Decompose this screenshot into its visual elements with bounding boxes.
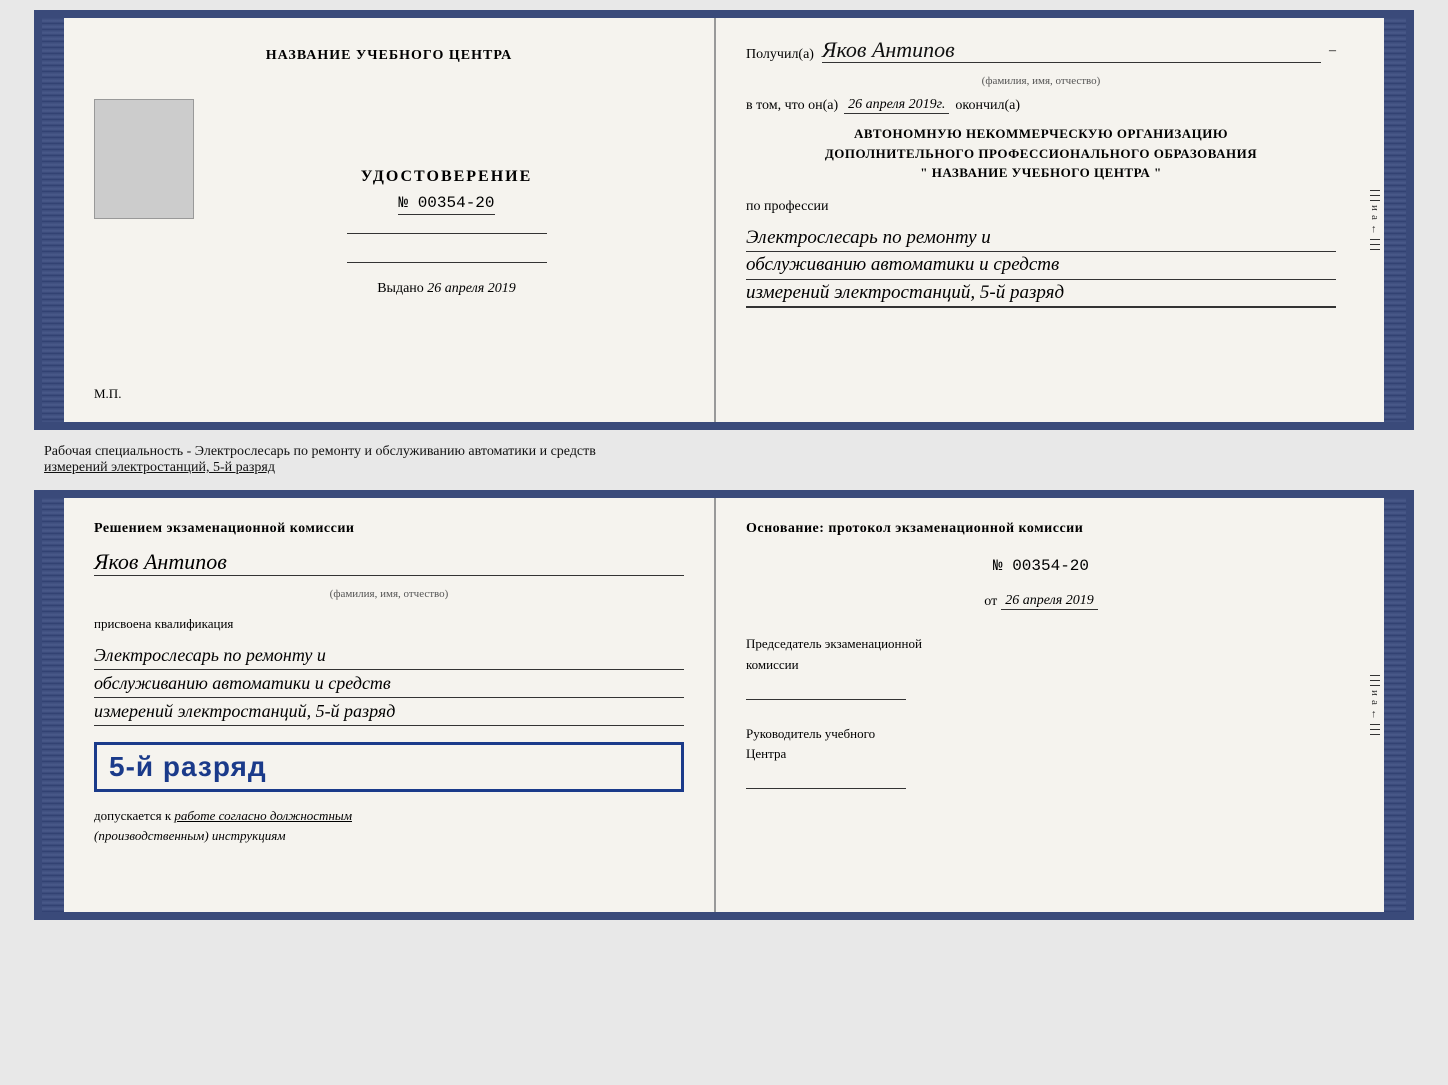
bottom-left-page: Решением экзаменационной комиссии Яков А…	[64, 498, 716, 912]
recipient-name: Яков Антипов	[822, 38, 1321, 63]
fio-label-top: (фамилия, имя, отчество)	[746, 75, 1336, 87]
qualified-line3: измерений электростанций, 5-й разряд	[94, 698, 684, 726]
side-letter-i-2: и	[1369, 690, 1381, 696]
date-line: в том, что он(а) 26 апреля 2019г. окончи…	[746, 97, 1336, 114]
admitted-handwritten: работе согласно должностным	[174, 808, 352, 823]
profession-line2: обслуживанию автоматики и средств	[746, 252, 1336, 280]
recipient-label: Получил(а)	[746, 47, 814, 63]
admitted-line: допускается к работе согласно должностны…	[94, 806, 684, 845]
director-label2: Центра	[746, 744, 1336, 765]
side-letter-a-2: а	[1369, 700, 1381, 705]
org-line2: ДОПОЛНИТЕЛЬНОГО ПРОФЕССИОНАЛЬНОГО ОБРАЗО…	[746, 144, 1336, 164]
top-document: НАЗВАНИЕ УЧЕБНОГО ЦЕНТРА УДОСТОВЕРЕНИЕ №…	[34, 10, 1414, 430]
chairman-label2: комиссии	[746, 655, 1336, 676]
admitted-italic: (производственным) инструкциям	[94, 828, 286, 843]
director-signature-line	[746, 769, 906, 789]
spine-left	[42, 18, 64, 422]
cert-number: № 00354-20	[398, 194, 494, 215]
org-block: АВТОНОМНУЮ НЕКОММЕРЧЕСКУЮ ОРГАНИЗАЦИЮ ДО…	[746, 124, 1336, 183]
qualified-label: присвоена квалификация	[94, 616, 684, 632]
issued-line: Выдано 26 апреля 2019	[377, 281, 516, 297]
issued-date: 26 апреля 2019	[427, 281, 515, 296]
left-page-body: УДОСТОВЕРЕНИЕ № 00354-20 Выдано 26 апрел…	[94, 79, 684, 386]
top-right-page: Получил(а) Яков Антипов – (фамилия, имя,…	[716, 18, 1366, 422]
top-left-title: НАЗВАНИЕ УЧЕБНОГО ЦЕНТРА	[266, 48, 512, 64]
spine-left-bottom	[42, 498, 64, 912]
profession-line1: Электрослесарь по ремонту и	[746, 225, 1336, 253]
middle-text-block: Рабочая специальность - Электрослесарь п…	[34, 438, 1414, 482]
basis-title: Основание: протокол экзаменационной коми…	[746, 518, 1336, 539]
side-letter-arrow-2: ←	[1369, 709, 1381, 720]
mp-label: М.П.	[94, 386, 121, 402]
issued-label: Выдано	[377, 281, 424, 296]
side-letter-a: а	[1369, 215, 1381, 220]
director-label1: Руководитель учебного	[746, 724, 1336, 745]
org-line3: " НАЗВАНИЕ УЧЕБНОГО ЦЕНТРА "	[746, 163, 1336, 183]
protocol-number: № 00354-20	[746, 557, 1336, 575]
left-page-text: УДОСТОВЕРЕНИЕ № 00354-20 Выдано 26 апрел…	[209, 79, 684, 386]
document-wrapper: НАЗВАНИЕ УЧЕБНОГО ЦЕНТРА УДОСТОВЕРЕНИЕ №…	[34, 10, 1414, 920]
profession-text: Электрослесарь по ремонту и обслуживанию…	[746, 225, 1336, 309]
bottom-document: Решением экзаменационной комиссии Яков А…	[34, 490, 1414, 920]
recipient-line: Получил(а) Яков Антипов –	[746, 38, 1336, 63]
qualified-line2: обслуживанию автоматики и средств	[94, 670, 684, 698]
director-block: Руководитель учебного Центра	[746, 724, 1336, 790]
spine-right	[1384, 18, 1406, 422]
chairman-block: Председатель экзаменационной комиссии	[746, 634, 1336, 700]
top-left-page: НАЗВАНИЕ УЧЕБНОГО ЦЕНТРА УДОСТОВЕРЕНИЕ №…	[64, 18, 716, 422]
decision-title: Решением экзаменационной комиссии	[94, 518, 684, 539]
profession-line3: измерений электростанций, 5-й разряд	[746, 280, 1336, 308]
side-letter-i: и	[1369, 205, 1381, 211]
grade-stamp: 5-й разряд	[94, 742, 684, 792]
cert-line-1	[347, 233, 547, 234]
protocol-date-prefix: от	[984, 594, 997, 610]
fio-label-bottom: (фамилия, имя, отчество)	[94, 588, 684, 600]
chairman-label1: Председатель экзаменационной	[746, 634, 1336, 655]
cert-line-2	[347, 262, 547, 263]
bottom-right-page: Основание: протокол экзаменационной коми…	[716, 498, 1366, 912]
side-letter-arrow: ←	[1369, 224, 1381, 235]
protocol-date: от 26 апреля 2019	[746, 593, 1336, 610]
middle-line2: измерений электростанций, 5-й разряд	[44, 460, 1404, 476]
cert-title: УДОСТОВЕРЕНИЕ	[361, 168, 533, 186]
middle-line1: Рабочая специальность - Электрослесарь п…	[44, 444, 1404, 460]
side-strip-right-bottom: и а ←	[1366, 498, 1384, 912]
date-value: 26 апреля 2019г.	[844, 97, 949, 114]
qualified-text: Электрослесарь по ремонту и обслуживанию…	[94, 642, 684, 726]
protocol-date-value: 26 апреля 2019	[1001, 593, 1097, 610]
date-suffix: окончил(а)	[955, 98, 1020, 114]
spine-right-bottom	[1384, 498, 1406, 912]
org-line1: АВТОНОМНУЮ НЕКОММЕРЧЕСКУЮ ОРГАНИЗАЦИЮ	[746, 124, 1336, 144]
admitted-text: допускается к	[94, 808, 171, 823]
side-strip-right: и а ←	[1366, 18, 1384, 422]
chairman-signature-line	[746, 680, 906, 700]
decision-name: Яков Антипов	[94, 549, 684, 576]
profession-label: по профессии	[746, 199, 1336, 215]
qualified-line1: Электрослесарь по ремонту и	[94, 642, 684, 670]
photo-placeholder	[94, 99, 194, 219]
date-prefix: в том, что он(а)	[746, 98, 838, 114]
dash-after-name: –	[1329, 43, 1336, 59]
